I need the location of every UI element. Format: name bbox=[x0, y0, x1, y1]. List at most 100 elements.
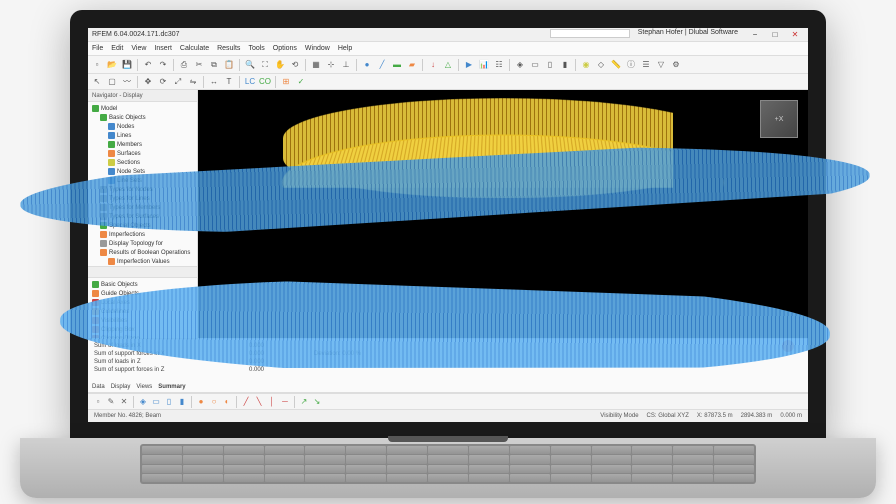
tab-display[interactable]: Display bbox=[111, 384, 131, 390]
save-icon[interactable]: 💾 bbox=[120, 58, 134, 72]
wireframe-icon[interactable]: ◇ bbox=[594, 58, 608, 72]
support-icon[interactable]: △ bbox=[441, 58, 455, 72]
menu-tools[interactable]: Tools bbox=[248, 45, 264, 52]
table-icon[interactable]: ☷ bbox=[492, 58, 506, 72]
copy-icon[interactable]: ⧉ bbox=[207, 58, 221, 72]
settings-icon[interactable]: ⚙ bbox=[669, 58, 683, 72]
bot-arrow2-icon[interactable]: ↘ bbox=[311, 396, 323, 408]
bot-dim2-icon[interactable]: ╲ bbox=[253, 396, 265, 408]
view-yz-icon[interactable]: ▮ bbox=[558, 58, 572, 72]
menu-calculate[interactable]: Calculate bbox=[180, 45, 209, 52]
tree-imperfections[interactable]: Imperfections bbox=[90, 230, 195, 239]
bot-trans-icon[interactable]: ◐ bbox=[221, 396, 233, 408]
bot-edit-icon[interactable]: ✎ bbox=[105, 396, 117, 408]
redo-icon[interactable]: ↷ bbox=[156, 58, 170, 72]
bot-side-icon[interactable]: ▮ bbox=[176, 396, 188, 408]
pan-icon[interactable]: ✋ bbox=[273, 58, 287, 72]
tree-node-sets[interactable]: Node Sets bbox=[90, 167, 195, 176]
tree-surfaces[interactable]: Surfaces bbox=[90, 149, 195, 158]
bot-dim1-icon[interactable]: ╱ bbox=[240, 396, 252, 408]
navigator-tree[interactable]: Model Basic Objects Nodes Lines Members … bbox=[88, 102, 197, 266]
render-icon[interactable]: ◉ bbox=[579, 58, 593, 72]
view-iso-icon[interactable]: ◈ bbox=[513, 58, 527, 72]
mirror-icon[interactable]: ⇋ bbox=[186, 75, 200, 89]
view-cube[interactable]: +X bbox=[760, 100, 798, 138]
move-icon[interactable]: ✥ bbox=[141, 75, 155, 89]
member-icon[interactable]: ▬ bbox=[390, 58, 404, 72]
surface-icon[interactable]: ▰ bbox=[405, 58, 419, 72]
snap-icon[interactable]: ⊹ bbox=[324, 58, 338, 72]
view-xy-icon[interactable]: ▭ bbox=[528, 58, 542, 72]
calc-icon[interactable]: ▶ bbox=[462, 58, 476, 72]
3d-viewport[interactable]: +X bbox=[198, 90, 808, 338]
info-icon[interactable]: ⓘ bbox=[624, 58, 638, 72]
tree-l-clipping-box[interactable]: Clipping Box bbox=[90, 325, 195, 334]
tab-data[interactable]: Data bbox=[92, 384, 105, 390]
load-icon[interactable]: ↓ bbox=[426, 58, 440, 72]
bot-isoview-icon[interactable]: ◈ bbox=[137, 396, 149, 408]
minimize-button[interactable]: − bbox=[746, 29, 764, 41]
menu-edit[interactable]: Edit bbox=[111, 45, 123, 52]
bot-solid-icon[interactable]: ● bbox=[195, 396, 207, 408]
tree-special-objects[interactable]: Special Objects bbox=[90, 221, 195, 230]
search-field[interactable] bbox=[550, 29, 630, 38]
menu-options[interactable]: Options bbox=[273, 45, 297, 52]
paste-icon[interactable]: 📋 bbox=[222, 58, 236, 72]
tree-l-visibilities[interactable]: Visibilities bbox=[90, 316, 195, 325]
text-icon[interactable]: T bbox=[222, 75, 236, 89]
rotate-icon[interactable]: ⟲ bbox=[288, 58, 302, 72]
loadcase-icon[interactable]: LC bbox=[243, 75, 257, 89]
box-select-icon[interactable]: ▢ bbox=[105, 75, 119, 89]
tab-views[interactable]: Views bbox=[136, 384, 152, 390]
results-icon[interactable]: 📊 bbox=[477, 58, 491, 72]
cut-icon[interactable]: ✂ bbox=[192, 58, 206, 72]
view-xz-icon[interactable]: ▯ bbox=[543, 58, 557, 72]
line-icon[interactable]: ╱ bbox=[375, 58, 389, 72]
tree-imperfection-values[interactable]: Imperfection Values bbox=[90, 257, 195, 266]
tree-l-basic[interactable]: Basic Objects bbox=[90, 280, 195, 289]
tree-members[interactable]: Members bbox=[90, 140, 195, 149]
menu-window[interactable]: Window bbox=[305, 45, 330, 52]
dimension-icon[interactable]: ↔ bbox=[207, 75, 221, 89]
zoom-in-icon[interactable]: 🔍 bbox=[243, 58, 257, 72]
maximize-button[interactable]: □ bbox=[766, 29, 784, 41]
menu-view[interactable]: View bbox=[131, 45, 146, 52]
bot-dim3-icon[interactable]: │ bbox=[266, 396, 278, 408]
layers-icon[interactable]: ☰ bbox=[639, 58, 653, 72]
tree-model[interactable]: Model bbox=[90, 104, 195, 113]
menu-results[interactable]: Results bbox=[217, 45, 240, 52]
tree-types-surfaces[interactable]: Types for Surfaces bbox=[90, 212, 195, 221]
lower-tree[interactable]: Basic Objects Guide Objects Local Axes G… bbox=[88, 278, 197, 338]
bot-new-icon[interactable]: ▫ bbox=[92, 396, 104, 408]
bot-dim4-icon[interactable]: ─ bbox=[279, 396, 291, 408]
combo-icon[interactable]: CO bbox=[258, 75, 272, 89]
node-icon[interactable]: ● bbox=[360, 58, 374, 72]
tree-basic-objects[interactable]: Basic Objects bbox=[90, 113, 195, 122]
axis-icon[interactable]: ⊥ bbox=[339, 58, 353, 72]
grid-icon[interactable]: ▦ bbox=[309, 58, 323, 72]
open-icon[interactable]: 📂 bbox=[105, 58, 119, 72]
user-avatar-icon[interactable] bbox=[782, 340, 794, 352]
tree-results-boolean[interactable]: Results of Boolean Operations bbox=[90, 248, 195, 257]
tree-types-lines[interactable]: Types for Lines bbox=[90, 194, 195, 203]
mesh-icon[interactable]: ⊞ bbox=[279, 75, 293, 89]
bot-arrow1-icon[interactable]: ↗ bbox=[298, 396, 310, 408]
lasso-icon[interactable]: 〰 bbox=[120, 75, 134, 89]
bot-top-icon[interactable]: ▭ bbox=[150, 396, 162, 408]
bot-del-icon[interactable]: ✕ bbox=[118, 396, 130, 408]
new-icon[interactable]: ▫ bbox=[90, 58, 104, 72]
zoom-fit-icon[interactable]: ⛶ bbox=[258, 58, 272, 72]
bot-wire-icon[interactable]: ○ bbox=[208, 396, 220, 408]
select-icon[interactable]: ↖ bbox=[90, 75, 104, 89]
bot-front-icon[interactable]: ▯ bbox=[163, 396, 175, 408]
menu-insert[interactable]: Insert bbox=[154, 45, 172, 52]
tree-nodes[interactable]: Nodes bbox=[90, 122, 195, 131]
undo-icon[interactable]: ↶ bbox=[141, 58, 155, 72]
check-icon[interactable]: ✓ bbox=[294, 75, 308, 89]
tab-summary[interactable]: Summary bbox=[158, 384, 185, 390]
tree-l-axes[interactable]: Local Axes bbox=[90, 298, 195, 307]
print-icon[interactable]: ⎙ bbox=[177, 58, 191, 72]
tree-display-topology[interactable]: Display Topology for bbox=[90, 239, 195, 248]
tree-l-guidelines[interactable]: Guidelines bbox=[90, 307, 195, 316]
menu-file[interactable]: File bbox=[92, 45, 103, 52]
